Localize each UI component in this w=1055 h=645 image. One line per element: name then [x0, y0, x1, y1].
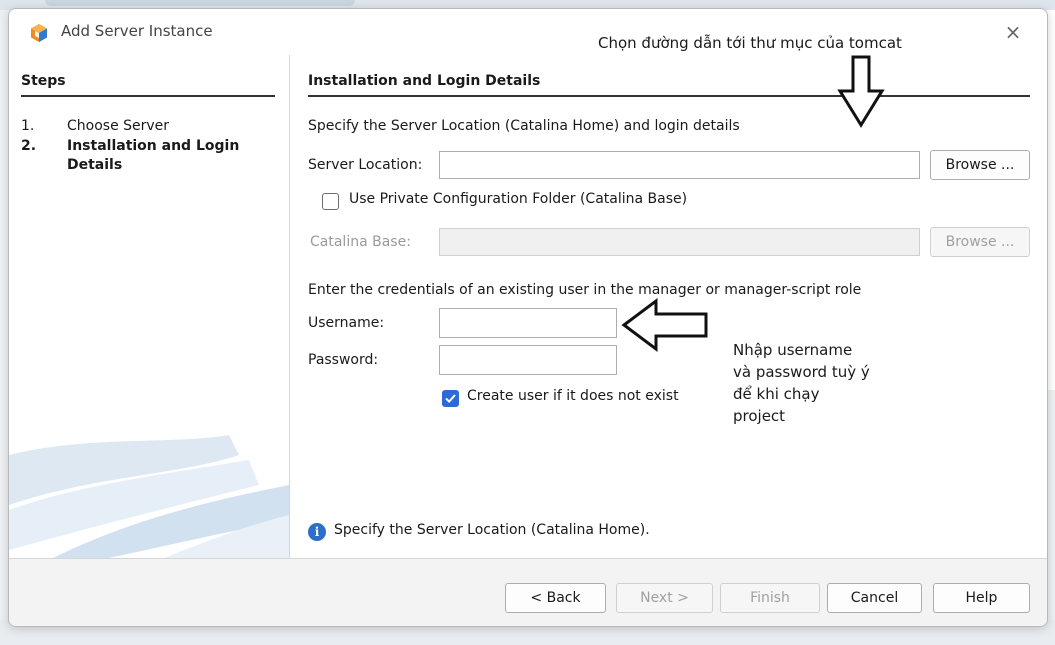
info-message: Specify the Server Location (Catalina Ho… [334, 522, 650, 538]
netbeans-cube-icon [29, 23, 49, 43]
catalina-base-input[interactable] [439, 228, 920, 256]
cancel-button[interactable]: Cancel [827, 583, 922, 613]
description-text: Specify the Server Location (Catalina Ho… [308, 118, 740, 134]
steps-divider [21, 95, 275, 97]
password-input[interactable] [439, 345, 617, 375]
checkmark-icon [445, 394, 456, 404]
section-title: Installation and Login Details [308, 73, 541, 89]
password-label: Password: [308, 352, 379, 368]
catalina-base-browse-button[interactable]: Browse ... [930, 227, 1030, 257]
finish-button[interactable]: Finish [720, 583, 820, 613]
annotation-side-note-line: để khi chạy [733, 385, 820, 403]
username-label: Username: [308, 315, 385, 331]
step-number: 1. [21, 118, 35, 134]
info-icon: i [308, 523, 326, 541]
annotation-side-note-line: project [733, 407, 786, 425]
decorative-swoosh-graphic [9, 435, 289, 558]
private-config-label: Use Private Configuration Folder (Catali… [349, 191, 688, 207]
hollow-left-arrow [621, 298, 708, 352]
background-app-header [45, 0, 355, 6]
catalina-base-label: Catalina Base: [310, 234, 411, 250]
hollow-down-arrow [837, 55, 885, 128]
next-button[interactable]: Next > [616, 583, 713, 613]
step-label: Installation and Login Details [67, 138, 240, 173]
credentials-prompt: Enter the credentials of an existing use… [308, 282, 862, 298]
username-input[interactable] [439, 308, 617, 338]
step-label: Choose Server [67, 118, 170, 134]
private-config-checkbox[interactable] [322, 193, 339, 210]
annotation-top-note: Chọn đường dẫn tới thư mục của tomcat [598, 34, 902, 52]
button-bar: < Back Next > Finish Cancel Help [9, 558, 1047, 626]
steps-heading: Steps [21, 73, 66, 89]
annotation-side-note-line: Nhập username [733, 341, 853, 359]
help-button[interactable]: Help [933, 583, 1030, 613]
server-location-browse-button[interactable]: Browse ... [930, 150, 1030, 180]
back-button[interactable]: < Back [505, 583, 606, 613]
steps-panel: Steps 1. Choose Server 2. Installation a… [9, 55, 290, 558]
step-number: 2. [21, 138, 37, 154]
add-server-instance-dialog: Add Server Instance × Steps 1. Choose Se… [8, 8, 1048, 627]
section-divider [308, 95, 1030, 97]
close-icon: × [1004, 20, 1022, 44]
create-user-checkbox[interactable] [442, 390, 459, 407]
annotation-side-note-line: và password tuỳ ý [733, 363, 870, 381]
window-title: Add Server Instance [61, 22, 213, 40]
server-location-input[interactable] [439, 151, 920, 179]
create-user-label: Create user if it does not exist [467, 388, 679, 404]
close-button[interactable]: × [993, 15, 1033, 49]
server-location-label: Server Location: [308, 157, 423, 173]
